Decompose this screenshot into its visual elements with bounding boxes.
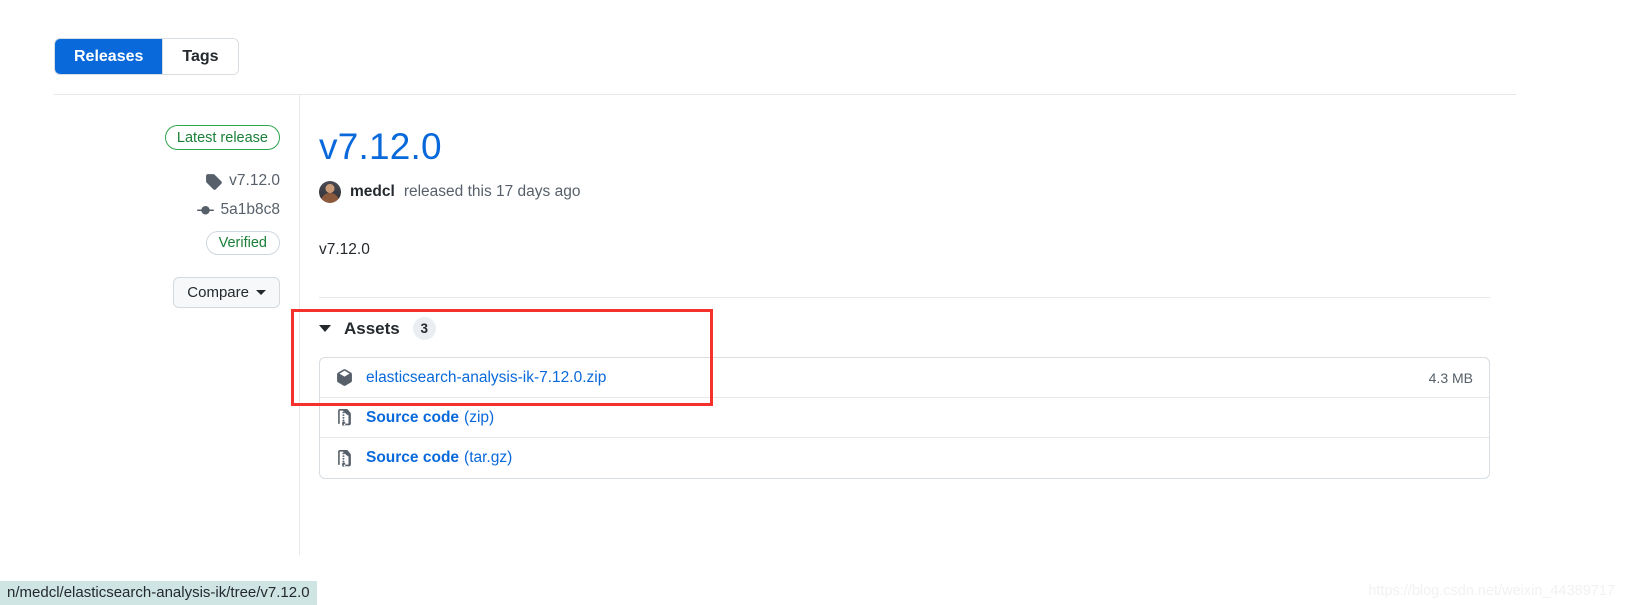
- asset-name[interactable]: Source code: [366, 449, 459, 467]
- release-body: v7.12.0: [319, 241, 370, 258]
- avatar[interactable]: [319, 181, 341, 203]
- tag-name: v7.12.0: [229, 172, 280, 189]
- asset-name[interactable]: Source code: [366, 409, 459, 427]
- asset-size: 4.3 MB: [1428, 369, 1473, 386]
- release-content: v7.12.0 medcl released this 17 days ago …: [319, 125, 1494, 479]
- tag-icon: [205, 173, 222, 190]
- asset-format[interactable]: (zip): [464, 409, 494, 427]
- watermark: https://blog.csdn.net/weixin_44389717: [1368, 583, 1615, 599]
- compare-button-label: Compare: [187, 284, 249, 301]
- latest-release-badge: Latest release: [164, 125, 280, 150]
- assets-list: elasticsearch-analysis-ik-7.12.0.zip 4.3…: [319, 357, 1490, 479]
- verified-badge[interactable]: Verified: [205, 231, 280, 255]
- commit-icon: [196, 202, 214, 219]
- commit-meta-row[interactable]: 5a1b8c8: [196, 201, 280, 219]
- package-icon: [336, 368, 355, 387]
- assets-count-badge: 3: [412, 317, 436, 340]
- release-title[interactable]: v7.12.0: [319, 125, 442, 169]
- commit-sha: 5a1b8c8: [220, 201, 280, 218]
- asset-row[interactable]: Source code (zip): [320, 398, 1489, 438]
- chevron-down-icon: [256, 290, 266, 295]
- browser-status-bar: n/medcl/elasticsearch-analysis-ik/tree/v…: [0, 581, 317, 605]
- assets-toggle[interactable]: Assets 3: [319, 317, 436, 340]
- asset-row[interactable]: elasticsearch-analysis-ik-7.12.0.zip 4.3…: [320, 358, 1489, 398]
- tag-meta-row[interactable]: v7.12.0: [205, 172, 280, 190]
- tab-releases[interactable]: Releases: [55, 39, 164, 74]
- release-author[interactable]: medcl: [350, 183, 395, 201]
- asset-format[interactable]: (tar.gz): [464, 449, 512, 467]
- release-published-text: released this 17 days ago: [403, 183, 581, 200]
- asset-name[interactable]: elasticsearch-analysis-ik-7.12.0.zip: [366, 369, 606, 387]
- tab-tags[interactable]: Tags: [163, 39, 238, 74]
- release-tabnav: Releases Tags: [54, 38, 239, 75]
- releases-page: Releases Tags Latest release v7.12.0 5a1…: [0, 0, 1633, 605]
- assets-divider: [319, 297, 1490, 298]
- compare-button[interactable]: Compare: [173, 277, 280, 308]
- triangle-down-icon: [319, 325, 331, 332]
- header-divider: [54, 94, 1516, 95]
- asset-row[interactable]: Source code (tar.gz): [320, 438, 1489, 478]
- sidebar-divider: [299, 95, 300, 555]
- assets-heading: Assets: [344, 318, 400, 338]
- file-zip-icon: [336, 408, 355, 427]
- release-sidebar: Latest release v7.12.0 5a1b8c8 Verified …: [80, 125, 280, 308]
- release-byline: medcl released this 17 days ago: [319, 181, 1494, 203]
- file-zip-icon: [336, 449, 355, 468]
